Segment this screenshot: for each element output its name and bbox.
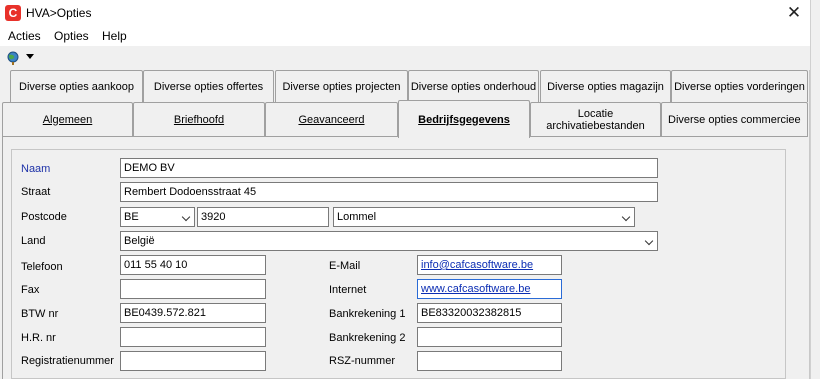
country-code-select[interactable]: BE [120,207,195,227]
tab-diverse-opties-projecten[interactable]: Diverse opties projecten [275,70,408,102]
land-select[interactable]: België [120,231,658,251]
straat-label: Straat [21,186,51,198]
land-value: België [124,235,155,247]
tab-label: Locatie archivatiebestanden [546,107,645,132]
chevron-down-icon[interactable] [26,54,34,59]
menu-opties[interactable]: Opties [54,29,89,43]
bank1-field[interactable]: BE83320032382815 [417,303,562,323]
menu-help[interactable]: Help [102,29,127,43]
naam-label: Naam [21,163,51,175]
tab-label: Diverse opties onderhoud [410,80,537,93]
window-title: HVA>Opties [26,6,92,20]
toolbar [0,46,810,70]
tab-label: Diverse opties aankoop [19,80,134,93]
tab-diverse-opties-magazijn[interactable]: Diverse opties magazijn [540,70,671,102]
land-label: Land [21,235,46,247]
tab-label: Briefhoofd [173,113,225,126]
tab-label: Diverse opties projecten [282,80,401,93]
tab-diverse-opties-aankoop[interactable]: Diverse opties aankoop [10,70,143,102]
menu-bar: Acties Opties Help [0,26,810,46]
tab-diverse-opties-onderhoud[interactable]: Diverse opties onderhoud [408,70,539,102]
bank1-label: Bankrekening 1 [329,308,406,320]
options-window: C HVA>Opties ✕ Acties Opties Help Divers… [0,0,810,379]
tab-diverse-opties-offertes[interactable]: Diverse opties offertes [143,70,274,102]
email-label: E-Mail [329,260,361,272]
fax-field[interactable] [120,279,266,299]
btw-field[interactable]: BE0439.572.821 [120,303,266,323]
hr-label: H.R. nr [21,332,56,344]
tab-label: Algemeen [42,113,93,126]
tab-diverse-opties-vorderingen[interactable]: Diverse opties vorderingen [671,70,808,102]
tab-locatie-archivatiebestanden[interactable]: Locatie archivatiebestanden [530,102,661,136]
city-value: Lommel [337,211,377,223]
country-code-value: BE [124,211,139,223]
postcode-label: Postcode [21,211,67,223]
tab-label: Diverse opties commerciee [668,113,801,126]
tab-label: Bedrijfsgegevens [418,113,510,126]
tab-algemeen[interactable]: Algemeen [2,102,133,136]
window-edge [810,0,820,379]
naam-field[interactable]: DEMO BV [120,158,658,178]
city-select[interactable]: Lommel [333,207,635,227]
globe-icon[interactable] [6,51,20,65]
btw-label: BTW nr [21,308,59,320]
telefoon-label: Telefoon [21,261,63,273]
chevron-down-icon [621,212,631,222]
zip-field[interactable]: 3920 [197,207,329,227]
bank2-field[interactable] [417,327,562,347]
bank2-label: Bankrekening 2 [329,332,406,344]
telefoon-field[interactable]: 011 55 40 10 [120,255,266,275]
chevron-down-icon [181,212,191,222]
tab-label: Geavanceerd [298,113,365,126]
internet-field[interactable]: www.cafcasoftware.be [417,279,562,299]
tab-label: Diverse opties vorderingen [674,80,805,93]
title-bar: C HVA>Opties ✕ [0,0,810,26]
fax-label: Fax [21,284,40,296]
app-logo-icon: C [5,5,21,21]
registratie-field[interactable] [120,351,266,371]
straat-field[interactable]: Rembert Dodoensstraat 45 [120,182,658,202]
tab-label: Diverse opties magazijn [547,80,664,93]
rsz-label: RSZ-nummer [329,355,396,367]
hr-field[interactable] [120,327,266,347]
chevron-down-icon [644,236,654,246]
rsz-field[interactable] [417,351,562,371]
internet-label: Internet [329,284,367,296]
tab-geavanceerd[interactable]: Geavanceerd [265,102,398,136]
tab-bedrijfsgegevens[interactable]: Bedrijfsgegevens [398,100,530,138]
tab-diverse-opties-commercieel[interactable]: Diverse opties commerciee [661,102,808,136]
close-button[interactable]: ✕ [780,2,808,24]
tab-briefhoofd[interactable]: Briefhoofd [133,102,265,136]
tab-label: Diverse opties offertes [153,80,264,93]
email-field[interactable]: info@cafcasoftware.be [417,255,562,275]
registratie-label: Registratienummer [21,355,114,367]
menu-acties[interactable]: Acties [8,29,41,43]
